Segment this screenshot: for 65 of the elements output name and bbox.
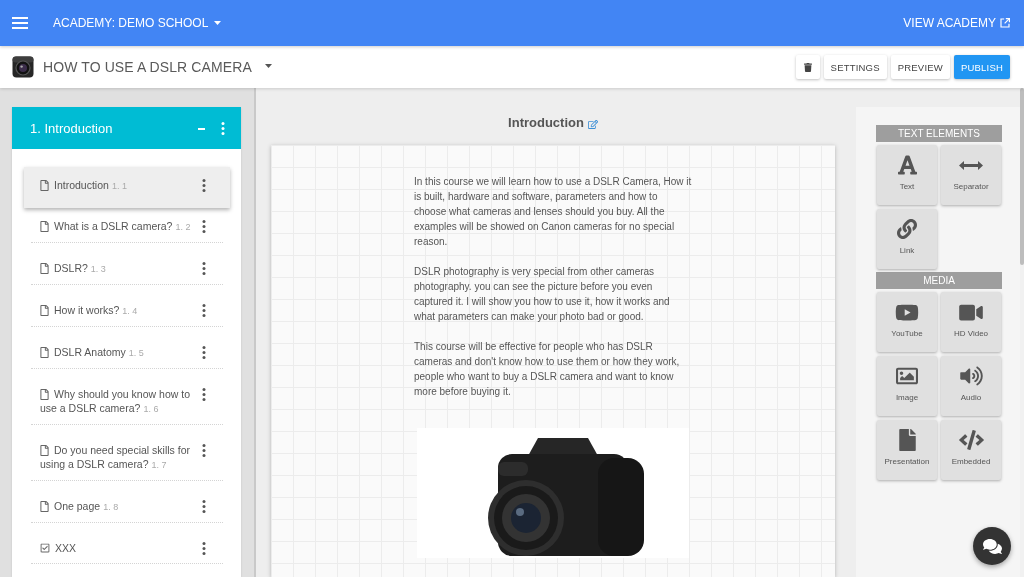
- document-icon: [40, 389, 49, 400]
- separator-tool-button[interactable]: Separator: [941, 145, 1001, 205]
- document-icon: [40, 347, 49, 358]
- more-options-icon[interactable]: [202, 179, 206, 192]
- image-tool-button[interactable]: Image: [877, 356, 937, 416]
- checkbox-icon: [40, 543, 50, 553]
- text-tool-button[interactable]: Text: [877, 145, 937, 205]
- menu-icon[interactable]: [12, 17, 28, 29]
- speaker-icon: [959, 366, 983, 386]
- lesson-item[interactable]: DSLR Anatomy 1. 5: [31, 327, 223, 369]
- course-title: HOW TO USE A DSLR CAMERA: [43, 59, 252, 75]
- edit-icon[interactable]: [587, 120, 598, 129]
- caret-icon[interactable]: [264, 64, 272, 68]
- more-options-icon[interactable]: [202, 388, 206, 401]
- more-options-icon[interactable]: [202, 444, 206, 457]
- audio-tool-button[interactable]: Audio: [941, 356, 1001, 416]
- paragraph: This course will be effective for people who has DSLR cameras and don't know how to use them or how they work, people who want to buy a DSLR camera and want to know more before buying it.: [414, 340, 681, 399]
- page-heading: Introduction: [508, 114, 584, 132]
- video-tool-button[interactable]: HD Video: [941, 292, 1001, 352]
- document-icon: [40, 180, 49, 191]
- lesson-item[interactable]: Do you need special skills for using a DSLR camera? 1. 7: [31, 425, 223, 481]
- lesson-item[interactable]: One page 1. 8: [31, 481, 223, 523]
- code-icon: [958, 430, 984, 450]
- preview-button[interactable]: PREVIEW: [890, 55, 950, 79]
- chain-link-icon: [897, 219, 917, 239]
- view-academy-link[interactable]: VIEW ACADEMY: [903, 16, 1010, 30]
- double-arrow-icon: [959, 160, 983, 170]
- settings-button[interactable]: SETTINGS: [823, 55, 887, 79]
- lesson-item[interactable]: XXX: [31, 523, 223, 564]
- chapter-title: 1. Introduction: [30, 120, 114, 136]
- caret-icon: [214, 21, 222, 25]
- document-icon: [40, 305, 49, 316]
- paragraph: DSLR photography is very special from other cameras photography. you can see the picture before you even captured it. I will show you how to use it, how it works and what parameters can make your photo bad or good.: [414, 265, 671, 324]
- presentation-tool-button[interactable]: Presentation: [877, 420, 937, 480]
- more-options-icon[interactable]: [202, 262, 206, 275]
- document-icon: [40, 501, 49, 512]
- image-icon: [896, 365, 918, 387]
- delete-button[interactable]: [795, 55, 820, 79]
- chat-bubbles-icon: [982, 537, 1002, 555]
- document-icon: [40, 221, 49, 232]
- more-options-icon[interactable]: [202, 500, 206, 513]
- paragraph: In this course we will learn how to use a DSLR Camera, How it is built, hardware and software, parameters and how to choose what cameras and lenses should you buy. All the examples will be showed on Canon cameras for no special reason.: [414, 175, 692, 249]
- camera-app-icon: [12, 56, 34, 78]
- more-options-icon[interactable]: [202, 220, 206, 233]
- link-tool-button[interactable]: Link: [877, 209, 937, 269]
- embedded-tool-button[interactable]: Embedded: [941, 420, 1001, 480]
- lesson-item[interactable]: What is a DSLR camera? 1. 2: [31, 208, 223, 243]
- youtube-tool-button[interactable]: YouTube: [877, 292, 937, 352]
- document-icon: [40, 263, 49, 274]
- academy-dropdown[interactable]: ACADEMY: DEMO SCHOOL: [53, 16, 222, 30]
- lesson-item[interactable]: Why should you know how to use a DSLR camera? 1. 6: [31, 369, 223, 425]
- more-options-icon[interactable]: [202, 542, 206, 555]
- lesson-item[interactable]: Introduction 1. 1: [24, 167, 230, 208]
- section-header: MEDIA: [876, 272, 1002, 289]
- section-header: TEXT ELEMENTS: [876, 125, 1002, 142]
- more-options-icon[interactable]: [202, 346, 206, 359]
- trash-icon: [803, 62, 812, 72]
- external-link-icon: [1000, 18, 1010, 28]
- scrollbar-thumb[interactable]: [1020, 88, 1024, 265]
- document-icon: [40, 445, 49, 456]
- lesson-item[interactable]: How it works? 1. 4: [31, 285, 223, 327]
- more-options-icon[interactable]: [202, 304, 206, 317]
- lesson-item[interactable]: DSLR? 1. 3: [31, 243, 223, 285]
- file-icon: [898, 429, 916, 451]
- letter-a-icon: [897, 154, 917, 176]
